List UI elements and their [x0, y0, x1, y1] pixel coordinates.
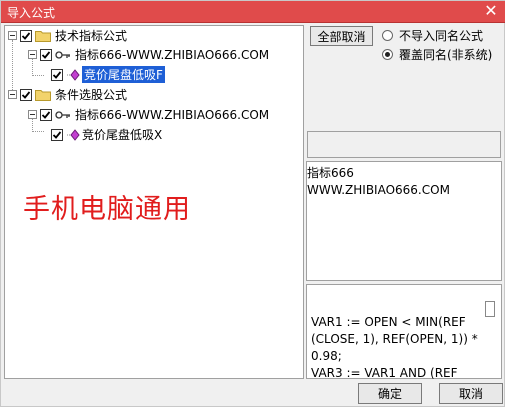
tree-connector	[32, 131, 44, 132]
code-line: (CLOSE, 1), REF(OPEN, 1)) *	[311, 332, 478, 346]
checkbox[interactable]	[20, 88, 32, 101]
tree-node-folder[interactable]: 条件选股公式	[8, 86, 127, 103]
formula-icon	[67, 68, 80, 81]
checkbox[interactable]	[51, 68, 63, 81]
collapse-icon[interactable]	[8, 90, 17, 99]
formula-icon	[67, 128, 80, 141]
radio-label: 不导入同名公式	[399, 29, 484, 43]
overlay-watermark-text: 手机电脑通用	[23, 194, 191, 225]
radio-overwrite-duplicates[interactable]: 覆盖同名(非系统)	[382, 46, 492, 63]
tree-node-label: 条件选股公式	[55, 88, 128, 102]
checkbox[interactable]	[20, 29, 32, 42]
tree-node-label-selected: 竞价尾盘低吸F	[81, 65, 166, 84]
code-line: 0.98;	[311, 349, 342, 363]
checkbox[interactable]	[40, 108, 52, 121]
collapse-icon[interactable]	[28, 110, 37, 119]
ok-button[interactable]: 确定	[358, 383, 422, 404]
tree-node-indicator[interactable]: 指标666-WWW.ZHIBIAO666.COM	[28, 46, 269, 63]
formula-info-text: 指标666 WWW.ZHIBIAO666.COM	[307, 165, 497, 199]
tree-node-label: 指标666-WWW.ZHIBIAO666.COM	[75, 108, 270, 122]
tree-node-label: 竞价尾盘低吸X	[82, 128, 163, 142]
cancel-button[interactable]: 取消	[439, 383, 503, 404]
info-line: 指标666	[307, 166, 354, 180]
folder-icon	[35, 89, 51, 101]
collapse-icon[interactable]	[8, 31, 17, 40]
tree-node-label: 技术指标公式	[55, 29, 128, 43]
close-icon[interactable]: ✕	[482, 2, 500, 20]
title-bar: 导入公式 ✕	[1, 1, 505, 23]
cancel-all-button[interactable]: 全部取消	[310, 26, 373, 46]
blank-panel	[307, 131, 501, 158]
radio-icon[interactable]	[382, 30, 393, 41]
window-title: 导入公式	[7, 6, 56, 20]
code-line: VAR3 := VAR1 AND (REF	[311, 366, 458, 380]
import-formula-dialog: 导入公式 ✕ 技术指标公式 指标666-WWW.ZHIBIAO666.COM 竞…	[0, 0, 505, 407]
tree-node-indicator[interactable]: 指标666-WWW.ZHIBIAO666.COM	[28, 106, 269, 123]
folder-icon	[35, 30, 51, 42]
radio-skip-duplicates[interactable]: 不导入同名公式	[382, 27, 483, 44]
collapse-icon[interactable]	[28, 50, 37, 59]
key-icon	[55, 110, 70, 119]
radio-selected-icon[interactable]	[382, 49, 393, 60]
key-icon	[55, 50, 70, 59]
tree-node-label: 指标666-WWW.ZHIBIAO666.COM	[75, 48, 270, 62]
scrollbar-thumb[interactable]	[485, 301, 495, 317]
formula-code-text: VAR1 := OPEN < MIN(REF (CLOSE, 1), REF(O…	[311, 314, 483, 382]
checkbox[interactable]	[51, 128, 63, 141]
tree-node-formula[interactable]: 竞价尾盘低吸F	[51, 65, 166, 84]
tree-node-folder[interactable]: 技术指标公式	[8, 27, 127, 44]
tree-connector	[32, 75, 44, 76]
tree-node-formula[interactable]: 竞价尾盘低吸X	[51, 126, 162, 143]
radio-label: 覆盖同名(非系统)	[399, 48, 493, 62]
checkbox[interactable]	[40, 48, 52, 61]
info-line: WWW.ZHIBIAO666.COM	[307, 183, 450, 197]
code-line: VAR1 := OPEN < MIN(REF	[311, 315, 466, 329]
